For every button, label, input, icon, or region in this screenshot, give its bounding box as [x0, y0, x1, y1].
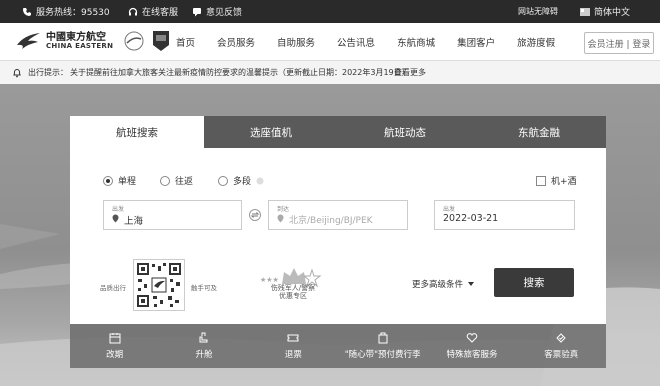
china-eastern-logo[interactable]: 中國東方航空 CHINA EASTERN — [16, 29, 171, 53]
headset-icon — [128, 7, 138, 17]
nav-item-self-service[interactable]: 自助服务 — [277, 35, 315, 49]
service-upgrade[interactable]: 升舱 — [159, 324, 248, 368]
search-button[interactable]: 搜索 — [494, 268, 574, 297]
phone-icon — [22, 7, 32, 17]
radio-oneway[interactable] — [103, 175, 113, 186]
info-icon — [256, 177, 264, 185]
svg-text:★★★: ★★★ — [260, 276, 279, 284]
nav-item-corporate[interactable]: 集团客户 — [457, 35, 495, 49]
departure-date-field[interactable]: 出发 2022-03-21 — [434, 200, 575, 230]
advanced-options-toggle[interactable]: 更多高级条件 — [412, 278, 475, 290]
military-discount-badge[interactable]: ★★★ 伤残军人/警察 优惠专区 — [256, 262, 328, 308]
hotline-text: 服务热线：95530 — [36, 8, 110, 18]
flag-icon — [580, 7, 590, 16]
app-qr-code — [133, 259, 185, 311]
departure-city-value: 上海 — [124, 216, 144, 227]
notice-more-link[interactable]: 查看更多 — [394, 67, 426, 78]
register-login-button[interactable]: 会员注册 | 登录 — [584, 32, 654, 54]
feedback-link[interactable]: 意见反馈 — [192, 5, 242, 18]
date-label: 出发 — [443, 206, 456, 213]
notice-label: 出行提示： — [28, 68, 68, 77]
tab-flight-status[interactable]: 航班动态 — [338, 116, 472, 148]
departure-label: 出发 — [112, 206, 125, 213]
service-prepaid-baggage-label: "随心带"预付费行李 — [344, 350, 421, 360]
seat-upgrade-icon — [198, 332, 210, 344]
service-special-passenger[interactable]: 特殊旅客服务 — [427, 324, 516, 368]
feedback-label: 意见反馈 — [206, 8, 243, 18]
flight-hotel-toggle[interactable]: 机+酒 — [536, 174, 577, 187]
swap-cities-icon[interactable] — [249, 209, 261, 221]
feedback-icon — [192, 7, 202, 17]
service-reschedule[interactable]: 改期 — [70, 324, 159, 368]
service-ticket-verify-label: 客票验真 — [544, 350, 579, 360]
swallow-logo-icon — [16, 31, 42, 51]
qr-left-caption: 品质出行 — [100, 284, 126, 292]
arrival-label: 到达 — [277, 206, 290, 213]
online-service-link[interactable]: 在线客服 — [128, 5, 178, 18]
skyteam-emblem-icon — [123, 30, 145, 52]
nav-item-home[interactable]: 首页 — [176, 35, 195, 49]
trip-type-oneway-label: 单程 — [118, 177, 137, 187]
service-prepaid-baggage[interactable]: "随心带"预付费行李 — [338, 324, 427, 368]
top-bar: 服务热线：95530 在线客服 意见反馈 网站无障碍 简体中文 — [0, 0, 660, 23]
logo-cn-text: 中國東方航空 — [46, 31, 106, 43]
trip-type-multi-label: 多段 — [233, 177, 252, 187]
radio-multi[interactable] — [218, 175, 228, 186]
service-shortcuts: 改期 升舱 退票 "随心带"预付费行李 特殊旅客服务 客票验真 — [70, 324, 606, 368]
trip-type-oneway[interactable]: 单程 — [103, 174, 136, 187]
trip-type-roundtrip[interactable]: 往返 — [160, 174, 193, 187]
bell-icon — [12, 68, 22, 78]
advanced-options-label: 更多高级条件 — [412, 280, 464, 290]
logo-en-text: CHINA EASTERN — [46, 41, 114, 50]
qr-right-caption: 触手可及 — [191, 284, 217, 292]
flight-hotel-label: 机+酒 — [551, 177, 577, 187]
ticket-icon — [287, 332, 299, 344]
nav-item-notices[interactable]: 公告讯息 — [337, 35, 375, 49]
service-refund-label: 退票 — [284, 350, 302, 360]
language-label: 简体中文 — [594, 8, 631, 18]
site-header: 中國東方航空 CHINA EASTERN 首页 会员服务 自助服务 公告讯息 东… — [0, 23, 660, 61]
tab-seat-checkin[interactable]: 选座值机 — [204, 116, 338, 148]
booking-tabs: 航班搜索 选座值机 航班动态 东航金融 — [70, 116, 606, 148]
radio-roundtrip[interactable] — [160, 175, 170, 186]
location-pin-icon — [112, 214, 119, 223]
notice-bar: 出行提示： 关于提醒前往加拿大旅客关注最新疫情防控要求的温馨提示（更新截止日期：… — [0, 61, 660, 84]
trip-type-multi[interactable]: 多段 — [218, 174, 264, 187]
military-line-2: 优惠专区 — [279, 292, 307, 301]
service-special-passenger-label: 特殊旅客服务 — [446, 350, 498, 360]
service-refund[interactable]: 退票 — [249, 324, 338, 368]
service-upgrade-label: 升舱 — [195, 350, 213, 360]
online-service-label: 在线客服 — [142, 8, 179, 18]
luggage-icon — [377, 332, 389, 344]
tab-flight-search[interactable]: 航班搜索 — [70, 116, 204, 148]
departure-city-field[interactable]: 出发 上海 — [103, 200, 242, 230]
arrival-city-field[interactable]: 到达 北京/Beijing/BJ/PEK — [268, 200, 408, 230]
location-pin-icon — [277, 214, 284, 223]
service-ticket-verify[interactable]: 客票验真 — [517, 324, 606, 368]
accessibility-link[interactable]: 网站无障碍 — [518, 6, 558, 17]
calendar-icon — [109, 332, 121, 344]
heart-hands-icon — [466, 332, 478, 344]
tab-finance[interactable]: 东航金融 — [472, 116, 606, 148]
notice-text[interactable]: 关于提醒前往加拿大旅客关注最新疫情防控要求的温馨提示（更新截止日期：2022年3… — [70, 67, 410, 78]
flight-hotel-checkbox[interactable] — [536, 175, 546, 186]
language-selector[interactable]: 简体中文 — [580, 5, 630, 18]
nav-item-travel[interactable]: 旅游度假 — [517, 35, 555, 49]
service-reschedule-label: 改期 — [106, 350, 124, 360]
nav-item-member[interactable]: 会员服务 — [217, 35, 255, 49]
trip-type-roundtrip-label: 往返 — [175, 177, 194, 187]
nav-item-mall[interactable]: 东航商城 — [397, 35, 435, 49]
departure-date-value: 2022-03-21 — [443, 213, 499, 224]
caret-down-icon — [468, 282, 475, 286]
flight-search-panel: 单程 往返 多段 机+酒 出发 上海 到达 北京/Beijing/BJ/PEK … — [70, 148, 606, 324]
verify-ticket-icon — [555, 332, 567, 344]
hotline: 服务热线：95530 — [22, 5, 110, 18]
arrival-city-placeholder: 北京/Beijing/BJ/PEK — [289, 216, 373, 226]
main-nav: 首页 会员服务 自助服务 公告讯息 东航商城 集团客户 旅游度假 — [168, 23, 555, 61]
